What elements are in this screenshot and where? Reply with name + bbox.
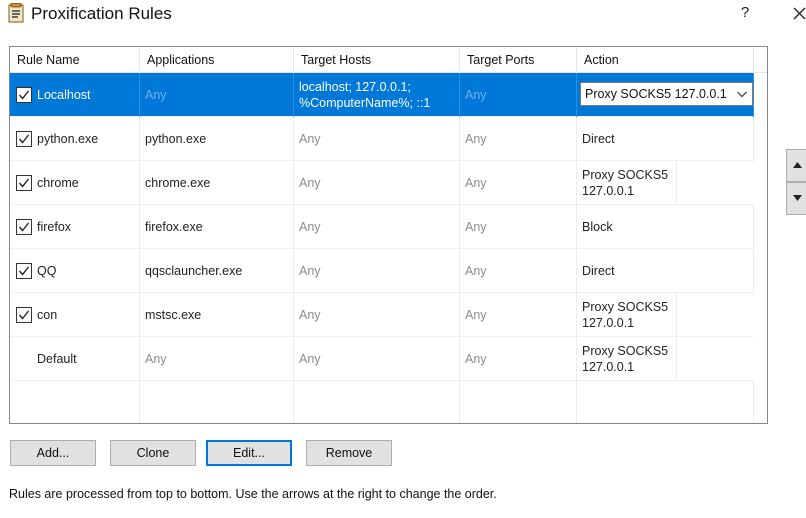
rules-table[interactable]: Rule Name Applications Target Hosts Targ… [9, 46, 768, 424]
table-row[interactable]: con mstsc.exe Any Any Proxy SOCKS5 127.0… [10, 293, 754, 337]
applications-cell: Any [140, 337, 294, 381]
action-cell: Direct [577, 117, 754, 161]
rule-name: chrome [37, 176, 79, 190]
rule-enabled-checkbox[interactable] [16, 87, 32, 103]
table-row[interactable]: chrome chrome.exe Any Any Proxy SOCKS5 1… [10, 161, 754, 205]
table-row[interactable]: Localhost Any localhost; 127.0.0.1; %Com… [10, 73, 754, 117]
clone-button[interactable]: Clone [110, 440, 196, 466]
target-ports-cell: Any [460, 293, 577, 337]
column-header-rule-name[interactable]: Rule Name [10, 47, 140, 72]
action-cell: Block [577, 205, 754, 249]
applications-cell: mstsc.exe [140, 293, 294, 337]
edit-button[interactable]: Edit... [206, 440, 292, 466]
move-up-button[interactable] [786, 149, 806, 182]
target-ports-cell: Any [460, 117, 577, 161]
empty-cell [140, 381, 294, 423]
rule-enabled-checkbox[interactable] [16, 263, 32, 279]
table-row[interactable]: Default Any Any Any Proxy SOCKS5 127.0.0… [10, 337, 754, 381]
applications-cell: chrome.exe [140, 161, 294, 205]
target-ports-cell: Any [460, 249, 577, 293]
rule-name-cell: con [10, 293, 140, 337]
rule-name: Default [37, 352, 77, 366]
checkmark-icon [18, 134, 30, 144]
rule-name-cell: Localhost [10, 73, 140, 117]
move-down-button[interactable] [786, 182, 806, 215]
target-hosts-cell: Any [294, 205, 460, 249]
target-ports-cell: Any [460, 205, 577, 249]
action-dropdown-value: Proxy SOCKS5 127.0.0.1 [585, 87, 727, 101]
checkmark-icon [18, 310, 30, 320]
target-hosts-cell: Any [294, 249, 460, 293]
target-ports-cell: Any [460, 73, 577, 117]
target-hosts-cell: Any [294, 161, 460, 205]
action-cell: Proxy SOCKS5 127.0.0.1 [577, 161, 677, 205]
table-row[interactable]: python.exe python.exe Any Any Direct [10, 117, 754, 161]
table-header: Rule Name Applications Target Hosts Targ… [10, 47, 767, 73]
rule-name-cell: chrome [10, 161, 140, 205]
target-hosts-cell: Any [294, 293, 460, 337]
rule-name: QQ [37, 264, 57, 278]
applications-cell: firefox.exe [140, 205, 294, 249]
table-row[interactable]: firefox firefox.exe Any Any Block [10, 205, 754, 249]
arrow-up-icon [793, 162, 802, 168]
rule-enabled-checkbox[interactable] [16, 131, 32, 147]
window-title: Proxification Rules [31, 4, 172, 23]
target-hosts-cell: localhost; 127.0.0.1; %ComputerName%; ::… [294, 73, 460, 117]
checkmark-icon [18, 266, 30, 276]
title-bar: Proxification Rules ? [0, 0, 806, 30]
rule-name: python.exe [37, 132, 99, 146]
table-row[interactable]: QQ qqsclauncher.exe Any Any Direct [10, 249, 754, 293]
rule-name: con [37, 308, 58, 322]
app-icon [8, 3, 24, 23]
footer-hint: Rules are processed from top to bottom. … [9, 487, 497, 501]
rule-name-cell: QQ [10, 249, 140, 293]
checkmark-icon [18, 178, 30, 188]
add-button[interactable]: Add... [10, 440, 96, 466]
rule-name: Localhost [37, 88, 91, 102]
rule-name-cell: firefox [10, 205, 140, 249]
arrow-down-icon [793, 195, 802, 201]
checkmark-icon [18, 90, 30, 100]
applications-cell: python.exe [140, 117, 294, 161]
rule-name-cell: Default [10, 337, 140, 381]
target-ports-cell: Any [460, 161, 577, 205]
empty-cell [10, 381, 140, 423]
rule-enabled-checkbox[interactable] [16, 219, 32, 235]
rule-name-cell: python.exe [10, 117, 140, 161]
empty-cell [294, 381, 460, 423]
applications-cell: Any [140, 73, 294, 117]
column-header-target-hosts[interactable]: Target Hosts [294, 47, 460, 72]
rule-enabled-checkbox[interactable] [16, 307, 32, 323]
target-hosts-cell: Any [294, 337, 460, 381]
empty-cell [577, 381, 754, 423]
target-ports-cell: Any [460, 337, 577, 381]
close-icon[interactable] [790, 2, 806, 24]
action-dropdown[interactable]: Proxy SOCKS5 127.0.0.1 [580, 82, 753, 106]
empty-cell [460, 381, 577, 423]
column-header-action[interactable]: Action [577, 47, 754, 72]
column-header-target-ports[interactable]: Target Ports [460, 47, 577, 72]
action-cell: Proxy SOCKS5 127.0.0.1 [577, 337, 677, 381]
action-cell: Direct [577, 249, 754, 293]
target-hosts-cell: Any [294, 117, 460, 161]
rule-name: firefox [37, 220, 72, 234]
column-header-applications[interactable]: Applications [140, 47, 294, 72]
chevron-down-icon [737, 91, 747, 98]
action-cell: Proxy SOCKS5 127.0.0.1 [577, 293, 677, 337]
help-button[interactable]: ? [738, 4, 752, 21]
applications-cell: qqsclauncher.exe [140, 249, 294, 293]
rule-enabled-checkbox[interactable] [16, 175, 32, 191]
checkmark-icon [18, 222, 30, 232]
remove-button[interactable]: Remove [306, 440, 392, 466]
